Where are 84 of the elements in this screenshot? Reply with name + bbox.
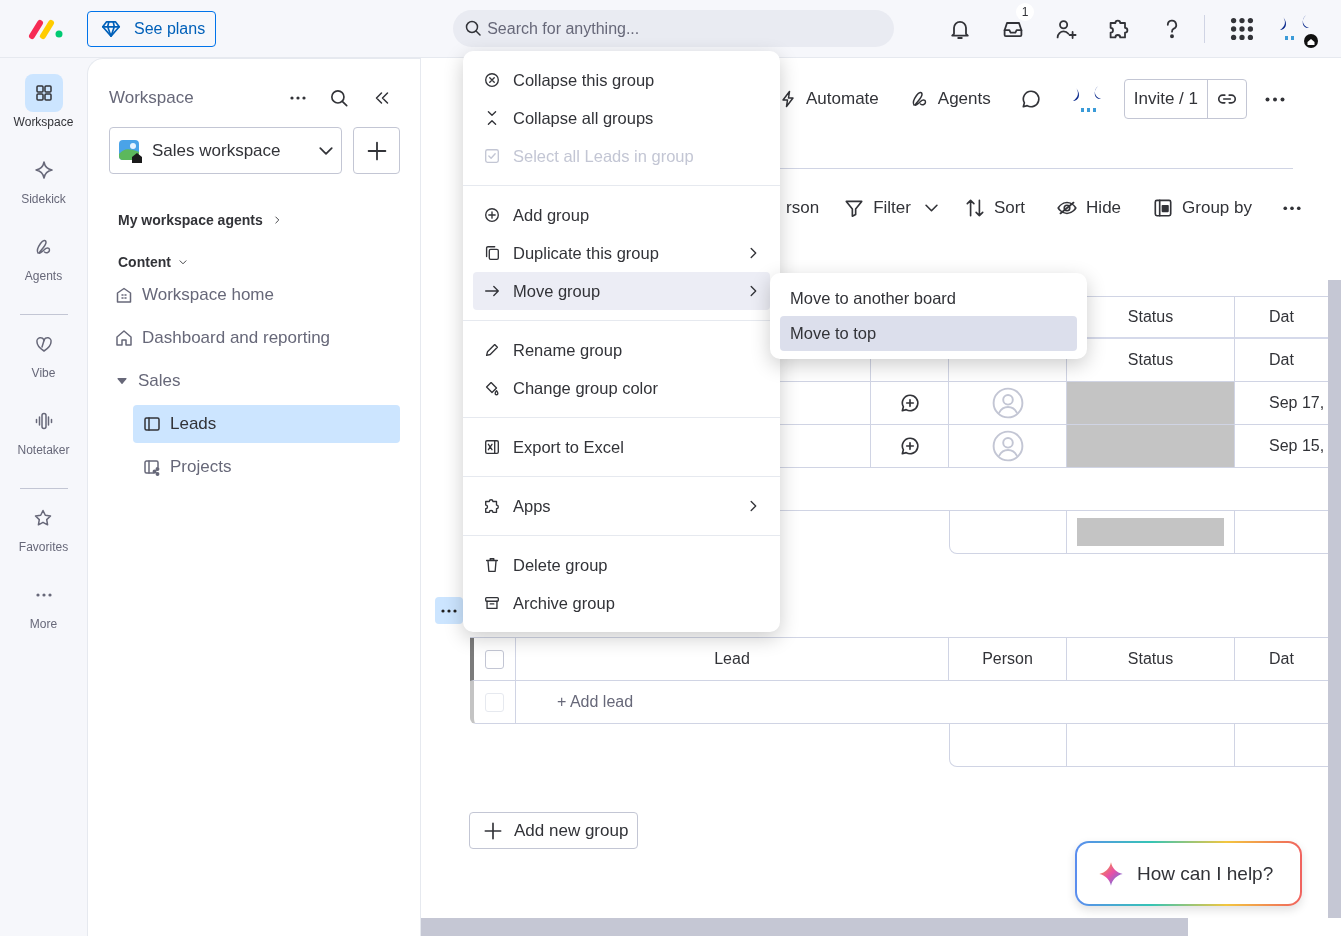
more-icon — [441, 608, 457, 613]
sidebar-item[interactable]: Workspace home — [109, 276, 400, 314]
add-new-group-button[interactable]: Add new group — [469, 812, 639, 849]
menu-item[interactable]: Archive group — [473, 584, 770, 622]
waveform-icon — [33, 411, 54, 431]
building-icon — [114, 285, 134, 305]
search-field[interactable]: Search for anything... — [453, 10, 895, 47]
archive-icon — [483, 594, 501, 612]
star-icon — [33, 508, 54, 528]
sort-icon — [963, 197, 986, 219]
menu-item[interactable]: Change group color — [473, 369, 770, 407]
column-header: Lead — [516, 638, 949, 681]
paint-bucket-icon — [483, 379, 501, 397]
group-icon — [1152, 197, 1175, 219]
sidebar-item[interactable]: Leads — [133, 405, 400, 443]
notification-badge: 1 — [1016, 2, 1035, 21]
more-icon[interactable] — [1283, 205, 1301, 211]
heart-icon — [33, 334, 54, 354]
checkbox-icon — [483, 147, 501, 165]
column-header: Status — [1067, 638, 1235, 681]
person-filter-button[interactable]: rson — [786, 198, 820, 218]
chevron-down-icon — [319, 146, 333, 155]
sparkle-icon — [33, 160, 54, 180]
sidebar-item[interactable]: Projects — [133, 448, 400, 486]
status-cell[interactable] — [1067, 382, 1235, 425]
add-button[interactable] — [353, 127, 400, 174]
assistant-button[interactable]: How can I help? — [1075, 841, 1302, 906]
menu-item[interactable]: Delete group — [473, 546, 770, 584]
scrollbar[interactable] — [421, 918, 1188, 936]
agents-button[interactable]: Agents — [909, 89, 991, 109]
collapse-icon — [483, 71, 501, 89]
more-icon[interactable] — [290, 96, 306, 100]
sidebar-title: Workspace — [109, 88, 195, 108]
scrollbar[interactable] — [1328, 280, 1341, 918]
agents-link[interactable]: My workspace agents — [118, 212, 400, 228]
sort-button[interactable]: Sort — [963, 197, 1026, 219]
spreadsheet-icon — [483, 438, 501, 456]
nav-item[interactable]: Notetaker — [17, 402, 70, 479]
nav-item[interactable]: Agents — [24, 228, 63, 305]
menu-item[interactable]: Duplicate this group — [473, 234, 770, 272]
nav-item[interactable]: More — [24, 576, 63, 653]
menu-item[interactable]: Apps — [473, 487, 770, 525]
trash-icon — [483, 556, 501, 574]
logo[interactable] — [28, 17, 64, 40]
hide-button[interactable]: Hide — [1056, 197, 1122, 219]
sidebar-item[interactable]: Dashboard and reporting — [109, 319, 400, 357]
grid-icon — [33, 83, 54, 103]
search-icon — [463, 18, 484, 38]
workspace-icon — [118, 137, 144, 164]
board-icon — [142, 414, 162, 434]
apps-grid-icon[interactable] — [1230, 16, 1255, 41]
puzzle-icon — [483, 497, 501, 515]
menu-item[interactable]: Add group — [473, 196, 770, 234]
group-by-button[interactable]: Group by — [1152, 197, 1252, 219]
add-lead-input[interactable]: + Add lead — [516, 681, 1329, 724]
workspace-dropdown[interactable]: Sales workspace — [109, 127, 342, 174]
status-cell[interactable] — [1067, 425, 1235, 468]
checkbox[interactable] — [485, 649, 504, 669]
nav-item[interactable]: Workspace — [13, 74, 74, 151]
menu-item[interactable]: Collapse this group — [473, 61, 770, 99]
search-icon[interactable] — [328, 87, 350, 109]
automate-button[interactable]: Automate — [778, 89, 879, 109]
group-menu-button[interactable] — [435, 597, 463, 624]
copy-icon — [483, 244, 501, 262]
board-share-icon — [142, 457, 162, 477]
more-icon — [35, 593, 52, 597]
menu-item[interactable]: Move group — [473, 272, 770, 310]
nav-item[interactable]: Sidekick — [21, 151, 66, 228]
filter-button[interactable]: Filter — [843, 197, 911, 219]
chevron-down-icon[interactable] — [924, 204, 938, 212]
house-icon — [114, 328, 134, 348]
more-icon[interactable] — [1265, 96, 1285, 102]
column-header: Person — [949, 638, 1067, 681]
nav-item[interactable]: Favorites — [18, 499, 69, 576]
pencil-icon — [483, 341, 501, 359]
menu-item[interactable]: Export to Excel — [473, 428, 770, 466]
menu-item[interactable]: Rename group — [473, 331, 770, 369]
nav-item[interactable]: Vibe — [24, 325, 63, 402]
menu-item[interactable]: Move to top — [780, 316, 1077, 351]
content-section[interactable]: Content — [118, 254, 400, 270]
see-plans-button[interactable]: See plans — [87, 10, 217, 47]
sidebar-item[interactable]: Sales — [109, 362, 400, 400]
menu-item[interactable]: Collapse all groups — [473, 99, 770, 137]
add-icon — [483, 206, 501, 224]
